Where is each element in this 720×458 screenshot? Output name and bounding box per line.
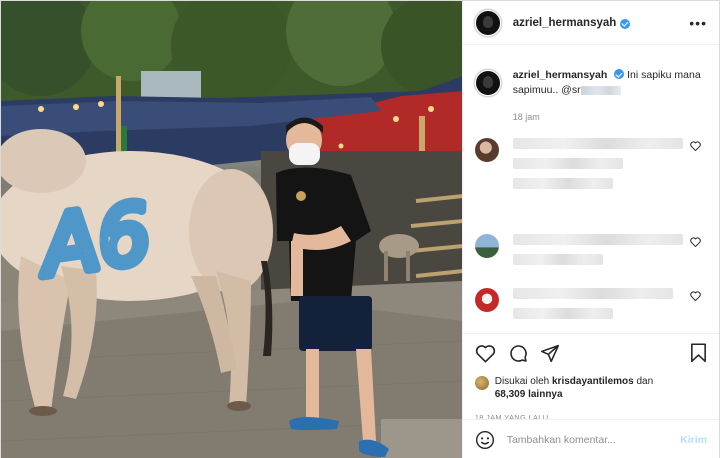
share-icon[interactable] [540, 344, 560, 363]
post-actions: Disukai oleh krisdayantilemos dan 68,309… [462, 333, 719, 422]
likes-count[interactable]: 68,309 [495, 389, 526, 400]
liker-avatar[interactable] [474, 376, 489, 390]
comment-item [463, 288, 719, 328]
commenter-avatar[interactable] [474, 234, 499, 258]
author-username[interactable]: azriel_hermansyah [513, 17, 617, 29]
likes-summary: Disukai oleh krisdayantilemos dan 68,309… [474, 375, 707, 401]
post-side-panel: azriel_hermansyah ••• azriel_hermansyah … [461, 1, 719, 458]
emoji-icon[interactable] [475, 430, 495, 450]
blurred-comment [512, 138, 683, 198]
instagram-post: A6 azriel_hermansyah ••• azriel_hermansy… [0, 0, 720, 458]
action-icons [475, 342, 707, 364]
post-photo[interactable]: A6 [1, 1, 462, 458]
author-avatar[interactable] [474, 9, 501, 36]
commenter-avatar[interactable] [474, 288, 499, 312]
heart-icon[interactable] [690, 141, 701, 151]
comment-input[interactable] [506, 433, 681, 446]
heart-icon[interactable] [690, 237, 701, 247]
post-header: azriel_hermansyah ••• [462, 1, 719, 45]
add-comment-bar: Kirim [462, 419, 719, 458]
caption-avatar[interactable] [474, 70, 501, 96]
post-comment-button[interactable]: Kirim [680, 434, 707, 446]
likes-middle: dan [636, 376, 654, 387]
cow-marking-text: A6 [31, 186, 156, 296]
post-caption: azriel_hermansyah Ini sapiku mana sapimu… [463, 46, 719, 125]
comment-item [463, 138, 719, 198]
likes-suffix[interactable]: lainnya [528, 389, 562, 400]
caption-body: azriel_hermansyah Ini sapiku mana sapimu… [513, 68, 707, 125]
liker-username[interactable]: krisdayantilemos [552, 376, 634, 387]
blurred-comment [512, 288, 683, 328]
caption-mention[interactable]: @sr [561, 84, 580, 96]
photo-scene: A6 [1, 1, 462, 458]
caption-time[interactable]: 18 jam [513, 110, 707, 125]
verified-badge-icon [614, 69, 625, 79]
comment-item [463, 234, 719, 274]
likes-prefix: Disukai oleh [494, 376, 550, 387]
blurred-mention [580, 85, 621, 95]
verified-badge-icon [620, 18, 631, 29]
heart-icon[interactable] [475, 344, 496, 363]
blurred-comment [512, 234, 683, 274]
more-horizontal-icon[interactable]: ••• [689, 15, 707, 31]
caption-username[interactable]: azriel_hermansyah [513, 69, 608, 81]
bookmark-icon[interactable] [690, 343, 707, 363]
comment-icon[interactable] [508, 343, 528, 363]
commenter-avatar[interactable] [474, 138, 499, 162]
comments-list: azriel_hermansyah Ini sapiku mana sapimu… [463, 46, 719, 333]
heart-icon[interactable] [690, 291, 701, 301]
likes-text: Disukai oleh krisdayantilemos dan 68,309… [495, 375, 653, 401]
